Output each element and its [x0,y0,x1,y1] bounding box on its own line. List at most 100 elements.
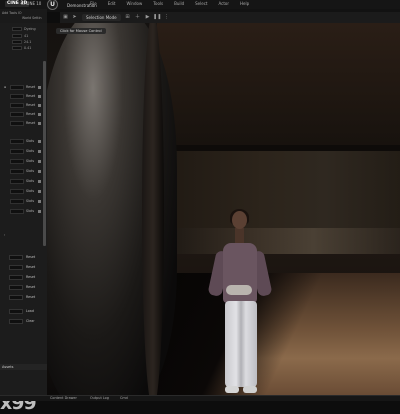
left-toolbar: Add Tools IO World Settin [0,9,47,23]
reset-button[interactable]: Reset [26,121,35,126]
prop-row: 0.41 [0,46,44,51]
load-value-field[interactable] [9,309,23,314]
resource-value-field[interactable] [10,103,24,108]
prop-value-field[interactable] [12,34,22,38]
slot-row: Slots [0,159,44,165]
prop-value-field[interactable] [12,46,22,50]
reset-value-field[interactable] [9,295,23,300]
settings-icon[interactable]: ⋮ [163,14,170,21]
scene-foreground-edge [142,23,164,395]
prop-label: 0.41 [24,46,32,50]
reset-button[interactable]: Reset [26,103,35,108]
resource-label: ∎ [4,85,7,89]
slots-button[interactable]: Slots [26,159,34,164]
menu-item-build[interactable]: Build [174,1,184,7]
details-panel: Dyeing 41 24.1 0.41 ∎ Reset Reset Reset … [0,23,48,413]
reset-button[interactable]: Reset [26,255,35,260]
reset-value-field[interactable] [9,255,23,260]
menu-item-actor[interactable]: Actor [218,1,229,7]
resource-row: Reset [0,103,44,109]
grid-icon[interactable]: ⊞ [124,14,131,21]
slot-value-field[interactable] [10,199,24,204]
add-icon[interactable]: ＋ [134,14,141,21]
slots-button[interactable]: Slots [26,169,34,174]
reset-button[interactable]: Reset [26,265,35,270]
prop-value-field[interactable] [12,27,22,31]
row-icon[interactable] [38,95,41,98]
viewport[interactable]: Click for Mouse Control [47,23,400,395]
character-hands [226,285,252,295]
menu-item-tools[interactable]: Tools [153,1,163,7]
slot-value-field[interactable] [10,149,24,154]
row-icon[interactable] [38,104,41,107]
row-icon[interactable] [38,200,41,203]
row-icon[interactable] [38,160,41,163]
row-icon[interactable] [38,86,41,89]
slot-value-field[interactable] [10,169,24,174]
character-shoe-left [225,386,239,393]
scene-character[interactable] [207,209,277,395]
slot-value-field[interactable] [10,189,24,194]
panel-scrollbar[interactable] [43,61,46,246]
slots-button[interactable]: Slots [26,189,34,194]
prop-value-field[interactable] [12,40,22,44]
row-icon[interactable] [38,190,41,193]
clear-button[interactable]: Clear [26,319,35,324]
row-icon[interactable] [38,180,41,183]
resource-value-field[interactable] [10,112,24,117]
reset-button[interactable]: Reset [26,285,35,290]
selection-mode-dropdown[interactable]: Selection Mode [82,14,121,21]
reset-button[interactable]: Reset [26,85,35,90]
slots-button[interactable]: Slots [26,199,34,204]
left-toolbar-label-b[interactable]: World Settin [22,16,42,20]
play-icon[interactable]: ▶ [144,14,151,21]
clear-value-field[interactable] [9,319,23,324]
reset-value-field[interactable] [9,265,23,270]
slots-button[interactable]: Slots [26,149,34,154]
reset-value-field[interactable] [9,285,23,290]
resource-value-field[interactable] [10,85,24,90]
row-icon[interactable] [38,122,41,125]
slots-button[interactable]: Slots [26,139,34,144]
menu-item-edit[interactable]: Edit [108,1,116,7]
row-icon[interactable] [38,113,41,116]
slot-value-field[interactable] [10,209,24,214]
character-neck [235,228,244,244]
slot-value-field[interactable] [10,139,24,144]
reset-value-field[interactable] [9,275,23,280]
row-icon[interactable] [38,210,41,213]
slot-row: Slots [0,209,44,215]
row-icon[interactable] [38,150,41,153]
resource-value-field[interactable] [10,94,24,99]
save-icon[interactable]: ▣ [62,14,69,21]
output-log-button[interactable]: Output Log [90,396,109,401]
reset-button[interactable]: Reset [26,112,35,117]
scene-ceiling [157,23,400,148]
viewport-tooltip[interactable]: Click for Mouse Control [56,28,106,34]
load-button[interactable]: Load [26,309,34,314]
select-arrow-icon[interactable]: ➤ [71,14,78,21]
slots-button[interactable]: Slots [26,209,34,214]
slots-button[interactable]: Slots [26,179,34,184]
left-toolbar-label-a[interactable]: Add Tools IO [2,11,22,15]
resource-row: Reset [0,121,44,127]
section-header[interactable]: Assets [0,364,47,370]
menu-item-help[interactable]: Help [240,1,249,7]
slot-value-field[interactable] [10,159,24,164]
cmd-button[interactable]: Cmd [120,396,128,401]
resource-value-field[interactable] [10,121,24,126]
reset-button[interactable]: Reset [26,94,35,99]
content-drawer-button[interactable]: Content Drawer [50,396,77,401]
reset-row: Reset [0,265,44,271]
reset-button[interactable]: Reset [26,295,35,300]
expand-arrow-icon[interactable]: › [4,233,5,238]
menu-item-window[interactable]: Window [126,1,142,7]
menu-item-select[interactable]: Select [195,1,207,7]
load-row: Load [0,309,44,315]
menu-items: File Edit Window Tools Build Select Acto… [90,1,249,7]
pause-icon[interactable]: ❚❚ [153,14,161,21]
slot-value-field[interactable] [10,179,24,184]
reset-button[interactable]: Reset [26,275,35,280]
row-icon[interactable] [38,170,41,173]
row-icon[interactable] [38,140,41,143]
